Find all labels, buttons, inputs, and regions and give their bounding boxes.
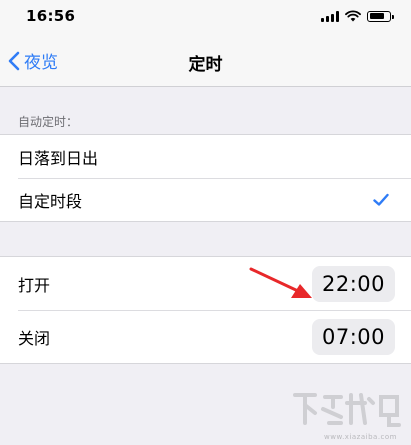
status-time: 16:56 xyxy=(26,7,76,25)
turn-on-time-button[interactable]: 22:00 xyxy=(311,265,395,302)
option-sunset-to-sunrise[interactable]: 日落到日出 xyxy=(0,135,411,178)
option-custom-schedule[interactable]: 自定时段 xyxy=(0,178,411,221)
turn-on-row: 打开 22:00 xyxy=(0,257,411,310)
cellular-signal-icon xyxy=(321,10,339,22)
status-bar: 16:56 xyxy=(0,0,411,36)
watermark-logo-icon xyxy=(293,393,401,427)
schedule-section-header: 自动定时： xyxy=(18,115,79,129)
checkmark-icon xyxy=(373,193,389,206)
option-label: 自定时段 xyxy=(18,191,83,211)
option-label: 日落到日出 xyxy=(18,148,99,168)
status-icons xyxy=(321,10,394,22)
nav-bar: 夜览 定时 xyxy=(0,36,411,87)
time-settings-group: 打开 22:00 关闭 07:00 xyxy=(0,256,411,364)
page-title: 定时 xyxy=(188,55,223,75)
battery-icon xyxy=(367,10,394,22)
schedule-options-group: 日落到日出 自定时段 xyxy=(0,134,411,222)
watermark-url: www.xiazaiba.com xyxy=(324,433,397,441)
turn-on-label: 打开 xyxy=(18,275,51,295)
annotation-arrow-icon xyxy=(249,267,312,298)
turn-off-label: 关闭 xyxy=(18,328,51,348)
wifi-icon xyxy=(345,10,361,22)
turn-off-row: 关闭 07:00 xyxy=(0,310,411,363)
turn-off-time-button[interactable]: 07:00 xyxy=(311,318,395,355)
